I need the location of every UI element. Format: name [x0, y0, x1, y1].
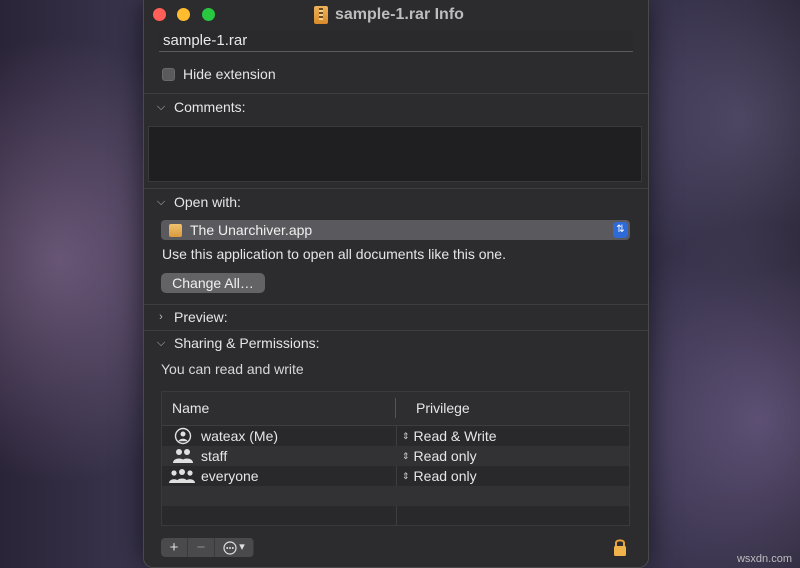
- single-user-icon: [174, 427, 192, 445]
- column-header-name[interactable]: Name: [172, 400, 209, 416]
- permissions-toolbar: + − ▾: [161, 538, 254, 557]
- group-icon: [173, 449, 193, 463]
- close-button[interactable]: [153, 8, 166, 21]
- chevron-down-icon: ⌵: [156, 195, 166, 208]
- privilege-value: Read only: [413, 468, 477, 484]
- user-name: everyone: [201, 468, 259, 484]
- table-row-empty: [162, 506, 629, 525]
- action-menu-button[interactable]: ▾: [215, 538, 254, 557]
- remove-user-button[interactable]: −: [188, 538, 215, 557]
- chevron-right-icon: ›: [159, 311, 163, 323]
- permissions-table: Name Privilege wateax (Me) ⇕ Read & Writ…: [161, 391, 630, 526]
- table-row[interactable]: wateax (Me) ⇕ Read & Write: [162, 426, 629, 446]
- ellipsis-circle-icon: [223, 540, 237, 555]
- everyone-icon: [169, 469, 195, 483]
- chevron-down-icon: ▾: [239, 541, 245, 553]
- column-separator: [395, 398, 396, 418]
- lock-icon[interactable]: [612, 537, 628, 557]
- permission-status-text: You can read and write: [161, 361, 304, 377]
- privilege-select[interactable]: ⇕ Read & Write: [402, 428, 497, 444]
- add-user-button[interactable]: +: [161, 538, 188, 557]
- user-name: wateax (Me): [201, 428, 279, 444]
- open-with-label: Open with:: [174, 194, 241, 210]
- window-title-text: sample-1.rar Info: [335, 6, 464, 23]
- change-all-button[interactable]: Change All…: [161, 273, 265, 293]
- divider: [144, 93, 648, 94]
- comments-textarea[interactable]: [148, 126, 642, 182]
- filename-field[interactable]: sample-1.rar: [159, 30, 633, 52]
- stepper-icon: ⇕: [402, 450, 410, 461]
- open-with-app-name: The Unarchiver.app: [190, 222, 313, 238]
- comments-section-header[interactable]: ⌵ Comments:: [154, 99, 246, 115]
- minimize-button[interactable]: [177, 8, 190, 21]
- comments-label: Comments:: [174, 99, 246, 115]
- unarchiver-app-icon: [169, 223, 182, 237]
- sharing-label: Sharing & Permissions:: [174, 335, 320, 351]
- info-window: sample-1.rar Info sample-1.rar Hide exte…: [143, 0, 649, 568]
- stepper-icon: ⇕: [402, 470, 410, 481]
- popup-stepper-icon: ⇅: [613, 222, 628, 238]
- zoom-button[interactable]: [202, 8, 215, 21]
- window-title: sample-1.rar Info: [314, 5, 464, 25]
- open-with-app-select[interactable]: The Unarchiver.app ⇅: [161, 220, 630, 240]
- preview-section-header[interactable]: › Preview:: [154, 309, 228, 325]
- hide-extension-label: Hide extension: [183, 66, 276, 82]
- divider: [144, 330, 648, 331]
- table-row-empty: [162, 486, 629, 506]
- table-row[interactable]: everyone ⇕ Read only: [162, 466, 629, 486]
- table-header: Name Privilege: [162, 392, 629, 426]
- privilege-value: Read only: [413, 448, 477, 464]
- column-header-privilege[interactable]: Privilege: [416, 400, 470, 416]
- privilege-select[interactable]: ⇕ Read only: [402, 448, 477, 464]
- privilege-value: Read & Write: [413, 428, 497, 444]
- user-name: staff: [201, 448, 228, 464]
- table-row[interactable]: staff ⇕ Read only: [162, 446, 629, 466]
- chevron-down-icon: ⌵: [156, 100, 166, 113]
- title-bar: sample-1.rar Info: [144, 0, 648, 30]
- preview-label: Preview:: [174, 309, 228, 325]
- rar-file-icon: [314, 6, 328, 24]
- stepper-icon: ⇕: [402, 430, 410, 441]
- watermark: wsxdn.com: [736, 553, 792, 565]
- open-with-description: Use this application to open all documen…: [162, 246, 506, 262]
- chevron-down-icon: ⌵: [156, 336, 166, 349]
- open-with-section-header[interactable]: ⌵ Open with:: [154, 194, 241, 210]
- divider: [144, 304, 648, 305]
- hide-extension-checkbox[interactable]: [162, 67, 175, 81]
- hide-extension-row[interactable]: Hide extension: [162, 66, 276, 82]
- sharing-section-header[interactable]: ⌵ Sharing & Permissions:: [154, 335, 320, 351]
- divider: [144, 188, 648, 189]
- privilege-select[interactable]: ⇕ Read only: [402, 468, 477, 484]
